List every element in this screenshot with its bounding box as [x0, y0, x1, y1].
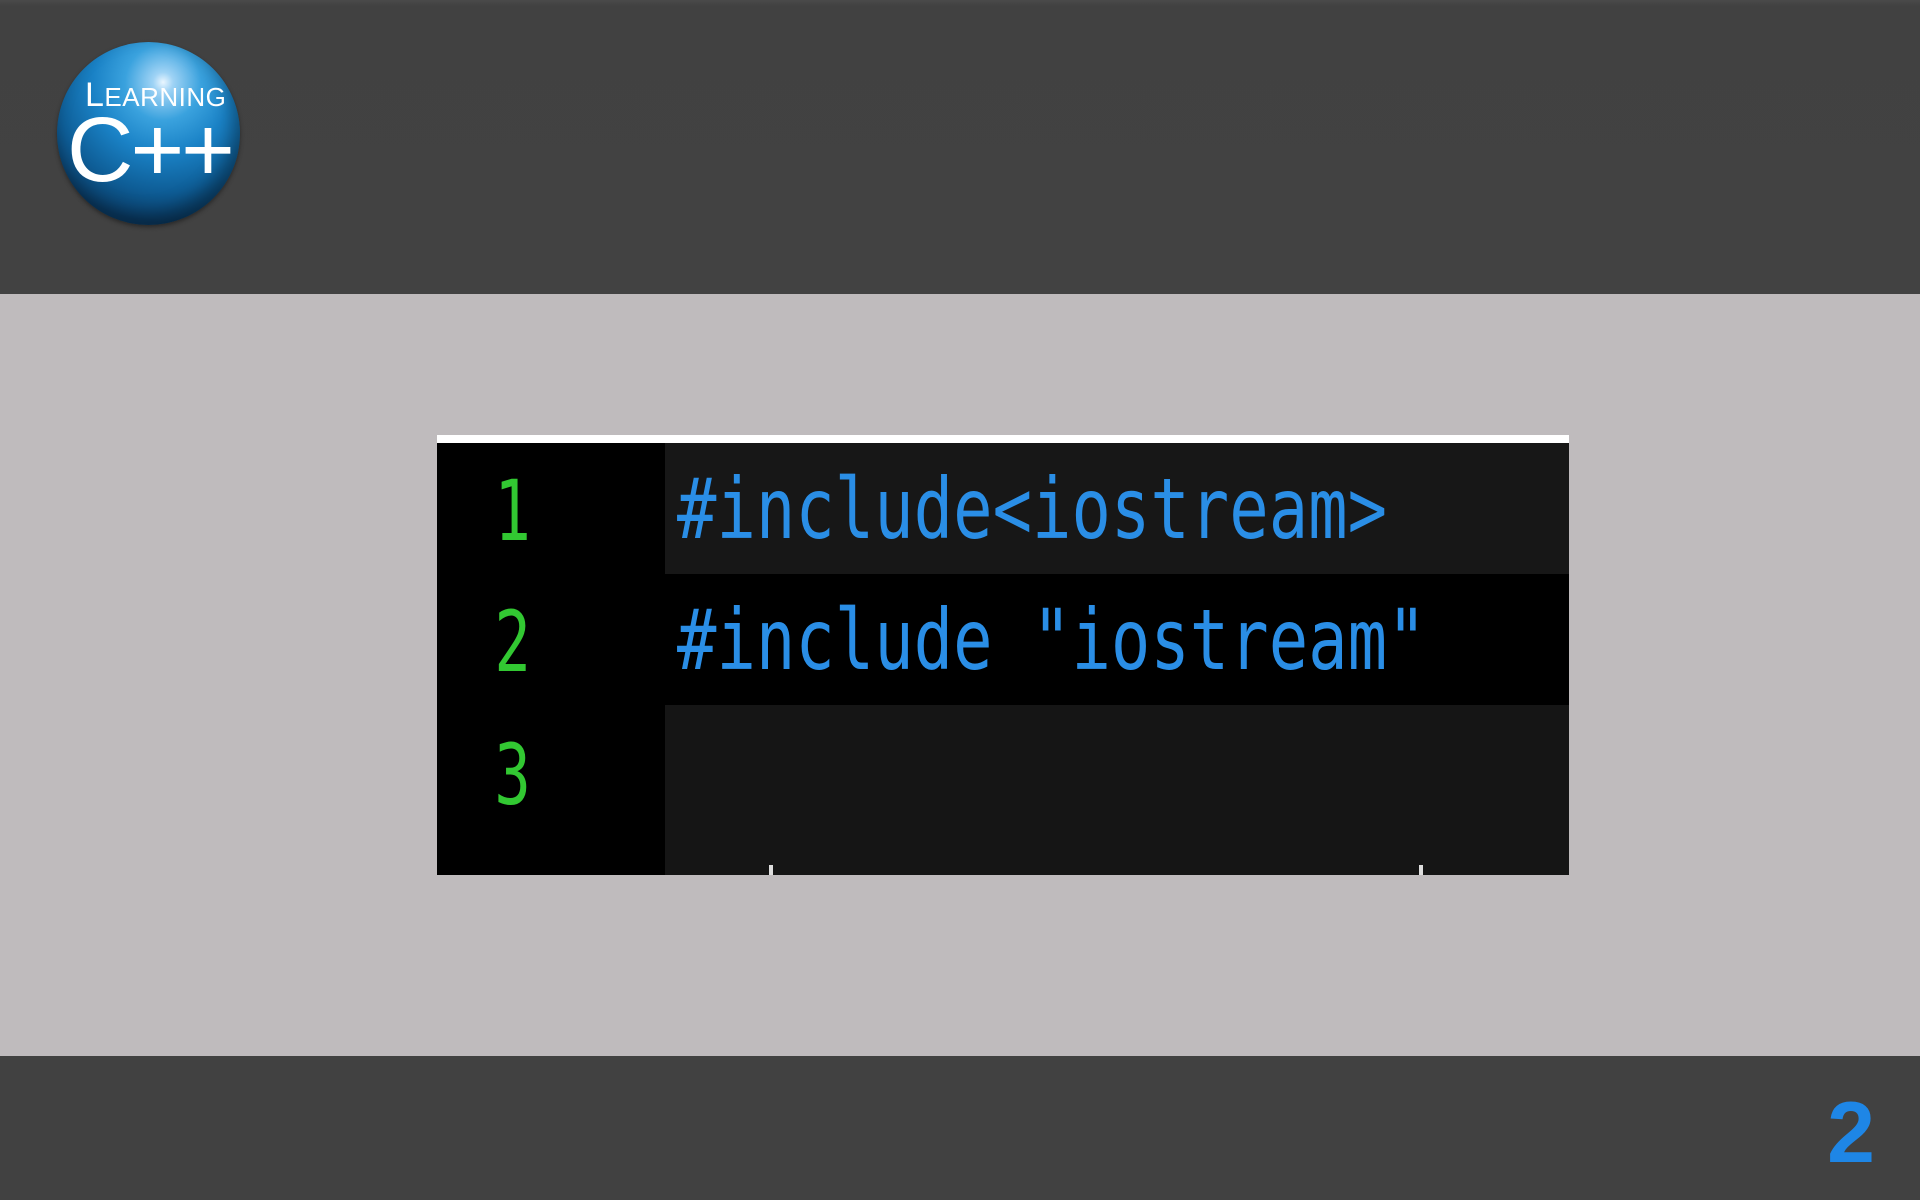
slide: LEARNING C++ 1 2 3 #include<iostream> #i… — [0, 0, 1920, 1200]
learning-cpp-logo: LEARNING C++ — [57, 42, 240, 225]
cropped-glyph-mark — [769, 865, 773, 875]
line-number-3: 3 — [494, 726, 531, 824]
cropped-glyph-mark — [1419, 865, 1423, 875]
code-line-3 — [665, 705, 1569, 875]
line-number-gutter: 1 2 3 — [437, 443, 665, 875]
line-number-1: 1 — [494, 462, 531, 560]
code-screenshot: 1 2 3 #include<iostream> #include "iostr… — [437, 435, 1569, 875]
code-line-2-text: #include "iostream" — [677, 591, 1427, 689]
header-bar — [0, 0, 1920, 294]
code-line-1-text: #include<iostream> — [677, 460, 1388, 558]
code-editor: #include<iostream> #include "iostream" — [665, 443, 1569, 875]
code-line-2: #include "iostream" — [665, 574, 1569, 705]
code-panel-top-border — [437, 435, 1569, 443]
footer-bar — [0, 1056, 1920, 1200]
logo-title: C++ — [67, 99, 235, 201]
code-line-1: #include<iostream> — [665, 443, 1569, 574]
line-number-2: 2 — [494, 593, 531, 691]
slide-number: 2 — [1827, 1085, 1875, 1181]
